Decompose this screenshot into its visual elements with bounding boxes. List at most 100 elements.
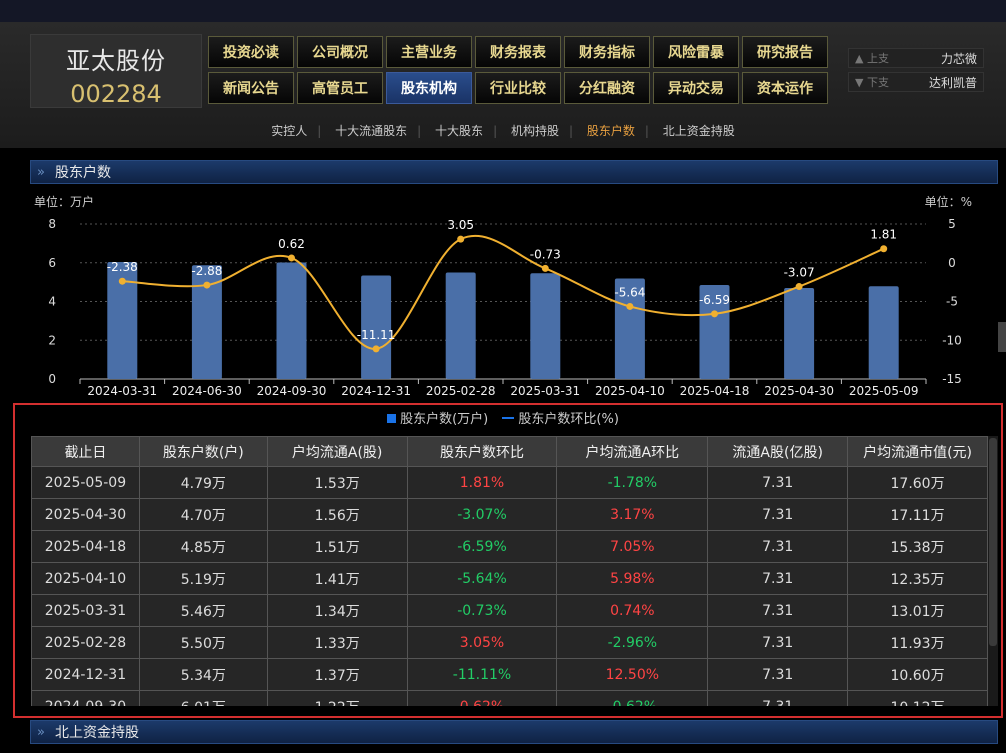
bar — [868, 286, 899, 379]
line-data-label: -3.07 — [784, 266, 815, 280]
nav-tab-research-reports[interactable]: 研究报告 — [742, 36, 828, 68]
nav-tab-executives[interactable]: 高管员工 — [297, 72, 383, 104]
cell-date: 2024-09-30 — [31, 690, 140, 706]
cell-avg-float-change: 3.17% — [556, 498, 709, 531]
nav-row-2: 新闻公告 高管员工 股东机构 行业比较 分红融资 异动交易 资本运作 — [208, 72, 834, 104]
nav-tab-news-announcements[interactable]: 新闻公告 — [208, 72, 294, 104]
prev-label: 上支 — [866, 52, 889, 65]
triangle-down-icon: ▼ — [855, 76, 864, 89]
subnav-institutional-holdings[interactable]: 机构持股 — [501, 122, 569, 139]
bar — [276, 262, 307, 379]
x-tick-label: 2025-02-28 — [426, 384, 496, 398]
line-data-label: -6.59 — [699, 293, 730, 307]
shareholder-table-container[interactable]: 截止日 股东户数(户) 户均流通A(股) 股东户数环比 户均流通A环比 流通A股… — [31, 436, 998, 706]
x-tick-label: 2024-12-31 — [341, 384, 411, 398]
nav-tab-abnormal-trading[interactable]: 异动交易 — [653, 72, 739, 104]
table-row[interactable]: 2025-02-28 5.50万 1.33万 3.05% -2.96% 7.31 11.93… — [31, 626, 988, 659]
prev-stock-arrow: ▲ 上支 — [849, 50, 899, 66]
cell-avg-float-change: 0.74% — [556, 594, 709, 627]
nav-tab-financial-statements[interactable]: 财务报表 — [475, 36, 561, 68]
line-point — [118, 277, 126, 285]
x-tick-label: 2024-06-30 — [172, 384, 242, 398]
next-section-title: 北上资金持股 — [55, 725, 139, 741]
table-body: 2025-05-09 4.79万 1.53万 1.81% -1.78% 7.31 17.60… — [31, 466, 988, 706]
cell-avg-float-change: -2.96% — [556, 626, 709, 659]
bar — [530, 273, 561, 379]
subnav-shareholder-count[interactable]: 股东户数 — [577, 122, 645, 139]
cell-avg-float-change: 7.05% — [556, 530, 709, 563]
nav-tab-company-overview[interactable]: 公司概况 — [297, 36, 383, 68]
chart-legend: 股东户数(万户) 股东户数环比(%) — [0, 408, 1006, 427]
nav-tab-financial-indicators[interactable]: 财务指标 — [564, 36, 650, 68]
table-row[interactable]: 2025-05-09 4.79万 1.53万 1.81% -1.78% 7.31 17.60… — [31, 466, 988, 499]
stock-name: 亚太股份 — [66, 47, 166, 75]
table-row[interactable]: 2024-12-31 5.34万 1.37万 -11.11% 12.50% 7.31 10.… — [31, 658, 988, 691]
nav-tab-risk-radar[interactable]: 风险雷暴 — [653, 36, 739, 68]
cell-avg-float: 1.34万 — [266, 594, 408, 627]
subnav-separator: | — [644, 124, 649, 138]
line-point — [288, 254, 295, 262]
cell-float-shares: 7.31 — [707, 498, 849, 531]
subnav-top10-float-holders[interactable]: 十大流通股东 — [325, 122, 417, 139]
stock-info: 亚太股份 002284 — [30, 34, 202, 108]
cell-holders: 4.70万 — [138, 498, 268, 531]
table-scrollbar[interactable] — [988, 436, 998, 706]
cell-date: 2024-12-31 — [31, 658, 140, 691]
cell-avg-market-value: 15.38万 — [847, 530, 988, 563]
next-stock-button[interactable]: ▼ 下支 达利凯普 — [848, 72, 984, 92]
prev-stock-button[interactable]: ▲ 上支 力芯微 — [848, 48, 984, 68]
bar — [784, 287, 815, 379]
cell-holders-change: 3.05% — [406, 626, 558, 659]
legend-line-label: 股东户数环比(%) — [518, 412, 619, 427]
cell-avg-float-change: 12.50% — [556, 658, 709, 691]
cell-avg-float: 1.56万 — [266, 498, 408, 531]
left-tick-label: 4 — [48, 295, 56, 309]
section-title: 股东户数 — [55, 165, 111, 181]
cell-avg-market-value: 17.11万 — [847, 498, 988, 531]
col-header-avg-float: 户均流通A(股) — [266, 436, 408, 467]
main-nav: 投资必读 公司概况 主营业务 财务报表 财务指标 风险雷暴 研究报告 新闻公告 … — [208, 36, 834, 108]
legend-item-bars[interactable]: 股东户数(万户) — [387, 412, 488, 427]
side-handle[interactable] — [998, 322, 1006, 352]
table-row[interactable]: 2025-04-30 4.70万 1.56万 -3.07% 3.17% 7.31 17.11… — [31, 498, 988, 531]
legend-item-line[interactable]: 股东户数环比(%) — [492, 412, 619, 427]
nav-tab-main-business[interactable]: 主营业务 — [386, 36, 472, 68]
x-tick-label: 2025-03-31 — [510, 384, 580, 398]
cell-float-shares: 7.31 — [707, 658, 849, 691]
nav-tab-industry-comparison[interactable]: 行业比较 — [475, 72, 561, 104]
cell-float-shares: 7.31 — [707, 626, 849, 659]
table-row[interactable]: 2024-09-306.01万1.22万0.62%-0.62%7.3110.12… — [31, 690, 988, 706]
right-tick-label: 0 — [948, 256, 956, 270]
subnav-top10-holders[interactable]: 十大股东 — [425, 122, 493, 139]
table-row[interactable]: 2025-03-31 5.46万 1.34万 -0.73% 0.74% 7.31 13.01… — [31, 594, 988, 627]
col-header-avg-market-value: 户均流通市值(元) — [847, 436, 988, 467]
nav-tab-shareholders[interactable]: 股东机构 — [386, 72, 472, 104]
line-data-label: -2.88 — [191, 264, 222, 278]
cell-avg-market-value: 10.60万 — [847, 658, 988, 691]
left-unit-label: 单位：万户 — [34, 194, 94, 209]
scrollbar-thumb[interactable] — [989, 438, 997, 646]
line-data-label: -0.73 — [530, 247, 561, 261]
table-row[interactable]: 2025-04-10 5.19万 1.41万 -5.64% 5.98% 7.31 12.35… — [31, 562, 988, 595]
line-data-label: 0.62 — [278, 237, 305, 251]
cell-holders: 4.79万 — [138, 466, 268, 499]
subnav-northbound-holdings[interactable]: 北上资金持股 — [653, 122, 745, 139]
top-strip — [0, 0, 1006, 22]
subnav-separator: | — [417, 124, 422, 138]
col-header-avg-float-change: 户均流通A环比 — [556, 436, 709, 467]
cell-holders-change: -6.59% — [406, 530, 558, 563]
col-header-holders-change: 股东户数环比 — [406, 436, 558, 467]
nav-tab-investment-must-read[interactable]: 投资必读 — [208, 36, 294, 68]
cell-avg-float: 1.33万 — [266, 626, 408, 659]
x-tick-label: 2025-04-10 — [595, 384, 665, 398]
nav-tab-dividends-financing[interactable]: 分红融资 — [564, 72, 650, 104]
cell-holders-change: -5.64% — [406, 562, 558, 595]
section-header-shareholder-count: » 股东户数 — [30, 160, 998, 184]
subnav-actual-controller[interactable]: 实控人 — [261, 122, 317, 139]
left-tick-label: 6 — [48, 256, 56, 270]
legend-bar-swatch — [387, 414, 397, 423]
right-tick-label: -10 — [942, 333, 962, 347]
table-row[interactable]: 2025-04-18 4.85万 1.51万 -6.59% 7.05% 7.31 15.38… — [31, 530, 988, 563]
cell-avg-float-change: 5.98% — [556, 562, 709, 595]
nav-tab-capital-operations[interactable]: 资本运作 — [742, 72, 828, 104]
